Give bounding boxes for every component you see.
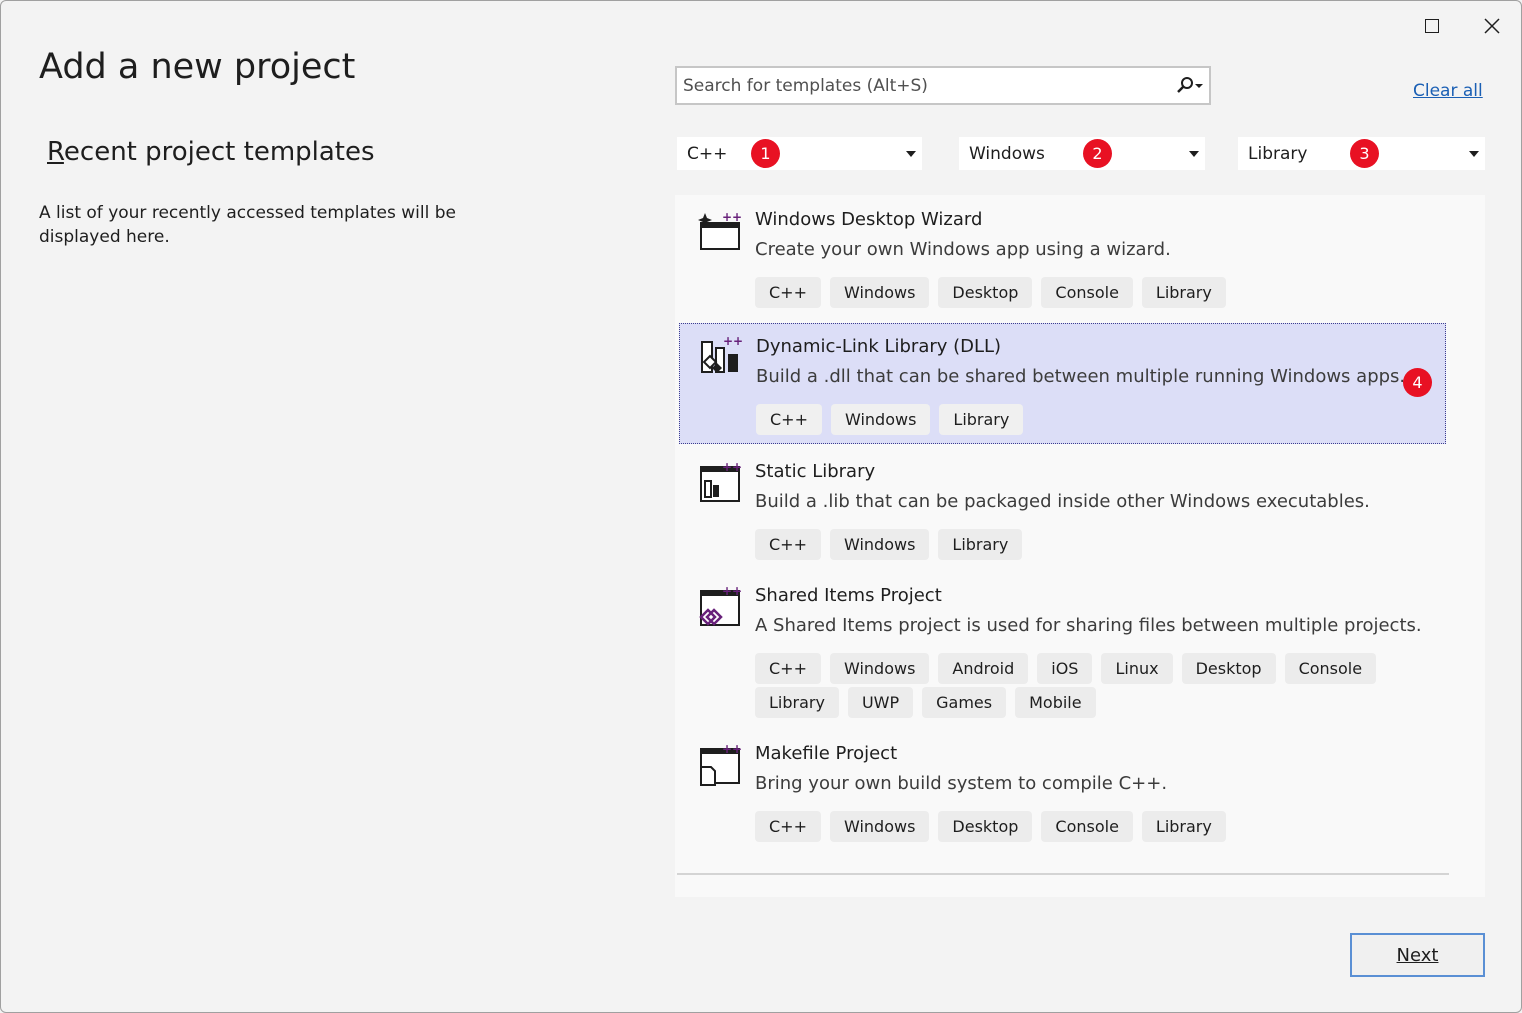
svg-text:++: ++ bbox=[722, 210, 741, 224]
search-icon bbox=[1177, 76, 1203, 93]
dll-icon: ++ bbox=[701, 334, 742, 373]
tag: iOS bbox=[1037, 653, 1093, 684]
tag: Desktop bbox=[1181, 653, 1276, 684]
clear-all-link[interactable]: Clear all bbox=[1413, 81, 1483, 101]
annotation-badge-4: 4 bbox=[1403, 368, 1432, 397]
tag: Linux bbox=[1101, 653, 1173, 684]
shared-items-icon: ++ bbox=[699, 585, 741, 626]
language-filter-value: C++ bbox=[687, 143, 728, 164]
language-filter-dropdown[interactable]: C++ bbox=[677, 137, 922, 170]
template-name: Static Library bbox=[755, 461, 876, 482]
chevron-down-icon bbox=[1189, 151, 1199, 157]
recent-heading-access-key: R bbox=[47, 137, 64, 167]
template-description: Bring your own build system to compile C… bbox=[755, 773, 1168, 794]
tag: Games bbox=[922, 687, 1007, 718]
close-button[interactable] bbox=[1477, 11, 1507, 41]
svg-text:++: ++ bbox=[722, 461, 741, 474]
annotation-badge-1: 1 bbox=[751, 139, 780, 168]
search-box[interactable] bbox=[675, 66, 1211, 105]
tag: Windows bbox=[829, 811, 930, 842]
project-type-filter-value: Library bbox=[1248, 143, 1308, 164]
tag: C++ bbox=[755, 529, 821, 560]
recent-templates-heading: Recent project templates bbox=[47, 137, 375, 167]
template-description: A Shared Items project is used for shari… bbox=[755, 615, 1422, 636]
makefile-icon: ++ bbox=[700, 743, 741, 786]
template-windows-desktop-wizard[interactable]: ++ Windows Desktop Wizard Create your ow… bbox=[679, 195, 1446, 321]
tag: Desktop bbox=[938, 277, 1033, 308]
template-description: Build a .dll that can be shared between … bbox=[756, 366, 1406, 387]
platform-filter-value: Windows bbox=[969, 143, 1045, 164]
svg-text:++: ++ bbox=[723, 334, 742, 348]
wizard-icon: ++ bbox=[698, 210, 741, 250]
tag: Console bbox=[1041, 277, 1133, 308]
next-button[interactable]: Next bbox=[1350, 933, 1485, 977]
template-name: Windows Desktop Wizard bbox=[755, 209, 983, 230]
template-tags: C++ Windows Library bbox=[756, 404, 1436, 438]
tag: Desktop bbox=[938, 811, 1033, 842]
search-input[interactable] bbox=[677, 68, 1171, 103]
tag: Library bbox=[938, 529, 1023, 560]
tag: C++ bbox=[756, 404, 822, 435]
svg-text:++: ++ bbox=[722, 743, 741, 756]
tag: Windows bbox=[829, 529, 930, 560]
tag: Windows bbox=[829, 653, 930, 684]
tag: Library bbox=[1141, 277, 1226, 308]
recent-templates-description: A list of your recently accessed templat… bbox=[39, 203, 456, 247]
tag: Windows bbox=[829, 277, 930, 308]
template-shared-items-project[interactable]: ++ Shared Items Project A Shared Items p… bbox=[679, 571, 1446, 721]
template-dynamic-link-library[interactable]: ++ Dynamic-Link Library (DLL) Build a .d… bbox=[679, 323, 1446, 444]
recent-heading-rest: ecent project templates bbox=[63, 137, 375, 167]
tag: UWP bbox=[847, 687, 914, 718]
tag: C++ bbox=[755, 811, 821, 842]
maximize-icon bbox=[1425, 19, 1439, 33]
tag: Library bbox=[755, 687, 839, 718]
template-makefile-project[interactable]: ++ Makefile Project Bring your own build… bbox=[679, 729, 1446, 859]
template-tags: C++ Windows Library bbox=[755, 529, 1435, 563]
template-static-library[interactable]: ++ Static Library Build a .lib that can … bbox=[679, 447, 1446, 567]
annotation-badge-2: 2 bbox=[1083, 139, 1112, 168]
svg-text:++: ++ bbox=[722, 585, 741, 598]
chevron-down-icon bbox=[1469, 151, 1479, 157]
template-name: Dynamic-Link Library (DLL) bbox=[756, 336, 1002, 357]
search-options-button[interactable] bbox=[1171, 76, 1209, 96]
tag: Library bbox=[939, 404, 1024, 435]
tag: Console bbox=[1041, 811, 1133, 842]
tag: Library bbox=[1141, 811, 1226, 842]
page-title: Add a new project bbox=[39, 47, 356, 87]
template-tags: C++ Windows Desktop Console Library bbox=[755, 277, 1435, 311]
template-tags: C++ Windows Android iOS Linux Desktop Console L… bbox=[755, 653, 1435, 721]
tag: Mobile bbox=[1015, 687, 1096, 718]
annotation-badge-3: 3 bbox=[1350, 139, 1379, 168]
template-description: Create your own Windows app using a wiza… bbox=[755, 239, 1171, 260]
tag: C++ bbox=[755, 277, 821, 308]
template-description: Build a .lib that can be packaged inside… bbox=[755, 491, 1370, 512]
tag: Windows bbox=[830, 404, 931, 435]
list-divider bbox=[677, 873, 1449, 875]
platform-filter-dropdown[interactable]: Windows bbox=[959, 137, 1205, 170]
template-name: Shared Items Project bbox=[755, 585, 942, 606]
template-name: Makefile Project bbox=[755, 743, 898, 764]
tag: Console bbox=[1284, 653, 1377, 684]
dialog-window: Add a new project Recent project templat… bbox=[0, 0, 1522, 1013]
template-tags: C++ Windows Desktop Console Library bbox=[755, 811, 1435, 845]
tag: Android bbox=[938, 653, 1029, 684]
chevron-down-icon bbox=[906, 151, 916, 157]
static-library-icon: ++ bbox=[700, 461, 741, 502]
close-icon bbox=[1484, 18, 1500, 34]
maximize-button[interactable] bbox=[1417, 11, 1447, 41]
next-button-label: Next bbox=[1396, 944, 1439, 966]
tag: C++ bbox=[755, 653, 821, 684]
